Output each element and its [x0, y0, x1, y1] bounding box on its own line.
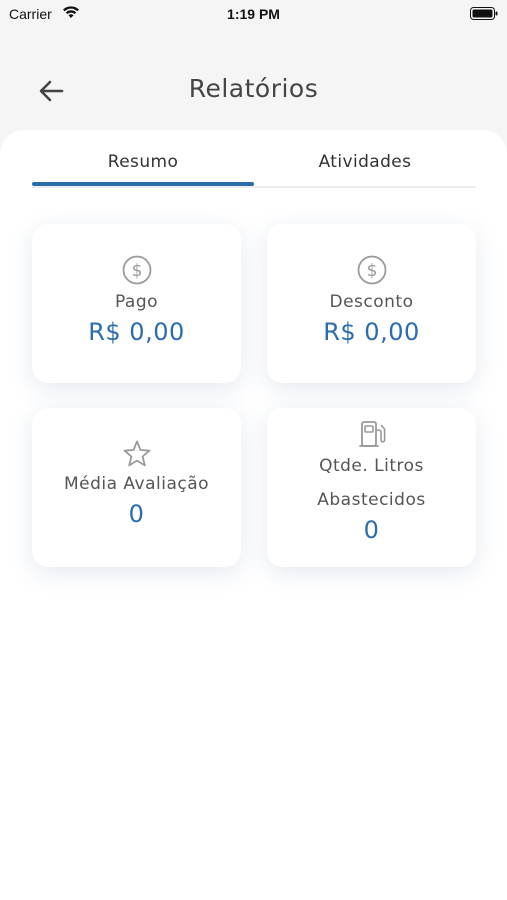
- card-pago-label: Pago: [114, 292, 159, 312]
- battery-icon: [470, 7, 498, 20]
- active-tab-indicator: [32, 182, 254, 186]
- tab-divider: [32, 186, 476, 188]
- card-litros-value: 0: [363, 516, 380, 544]
- card-qtde-litros[interactable]: Qtde. Litros Abastecidos 0: [267, 408, 476, 567]
- card-desconto[interactable]: $ Desconto R$ 0,00: [267, 224, 476, 383]
- card-desconto-label: Desconto: [329, 292, 414, 312]
- fuel-pump-icon: [358, 421, 385, 447]
- svg-text:$: $: [131, 261, 142, 281]
- tab-atividades[interactable]: Atividades: [254, 152, 476, 182]
- status-time: 1:19 PM: [227, 6, 280, 22]
- tab-bar: Resumo Atividades: [32, 130, 476, 188]
- dollar-circle-icon: $: [357, 255, 386, 285]
- card-litros-label-line2: Abastecidos: [317, 490, 426, 510]
- card-desconto-value: R$ 0,00: [323, 318, 420, 346]
- card-media-label: Média Avaliação: [63, 474, 210, 494]
- card-pago-value: R$ 0,00: [88, 318, 185, 346]
- svg-text:$: $: [366, 261, 377, 281]
- content-panel: Resumo Atividades $ Pago R$ 0,00 $ Desco…: [0, 130, 507, 900]
- card-pago[interactable]: $ Pago R$ 0,00: [32, 224, 241, 383]
- card-litros-label-line1: Qtde. Litros: [319, 456, 424, 476]
- star-icon: [123, 440, 150, 467]
- dollar-circle-icon: $: [122, 255, 151, 285]
- card-media-value: 0: [128, 500, 145, 528]
- card-media-avaliacao[interactable]: Média Avaliação 0: [32, 408, 241, 567]
- status-bar: Carrier 1:19 PM: [0, 0, 507, 28]
- tab-resumo[interactable]: Resumo: [32, 152, 254, 182]
- page-title: Relatórios: [188, 74, 319, 103]
- header: Relatórios: [0, 60, 507, 120]
